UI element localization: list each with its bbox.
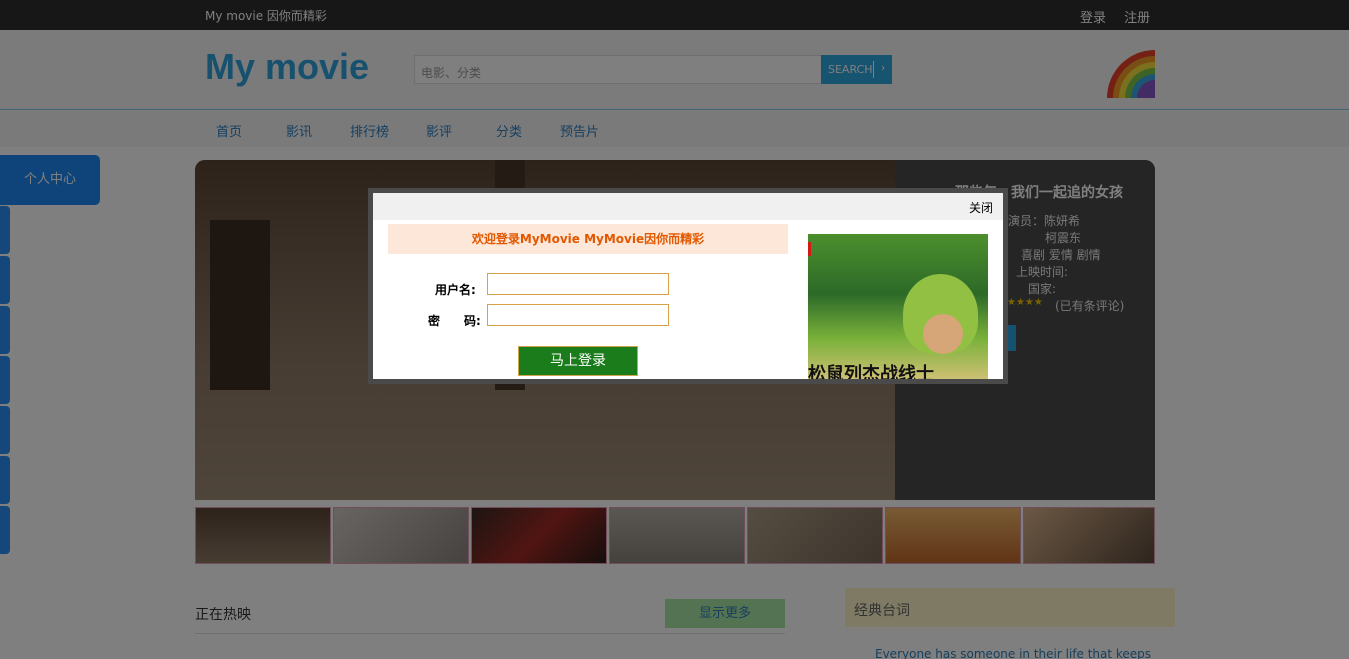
poster-title: 松鼠列杰战线士 <box>808 364 934 379</box>
poster-character <box>923 314 963 354</box>
login-submit-button[interactable]: 马上登录 <box>518 346 638 376</box>
poster-accent <box>808 242 811 256</box>
login-dialog: 关闭 欢迎登录MyMovie MyMovie因你而精彩 用户名: 密 码: 马上… <box>368 188 1008 384</box>
close-button[interactable]: 关闭 <box>969 199 993 216</box>
password-field[interactable] <box>487 304 669 326</box>
movie-poster: 松鼠列杰战线士 <box>808 234 988 379</box>
login-dialog-body: 关闭 欢迎登录MyMovie MyMovie因你而精彩 用户名: 密 码: 马上… <box>373 193 1003 379</box>
dialog-titlebar: 关闭 <box>373 193 1003 220</box>
username-field[interactable] <box>487 273 669 295</box>
username-label: 用户名: <box>435 283 476 297</box>
password-label: 密 码: <box>428 314 481 328</box>
welcome-banner: 欢迎登录MyMovie MyMovie因你而精彩 <box>388 224 788 254</box>
